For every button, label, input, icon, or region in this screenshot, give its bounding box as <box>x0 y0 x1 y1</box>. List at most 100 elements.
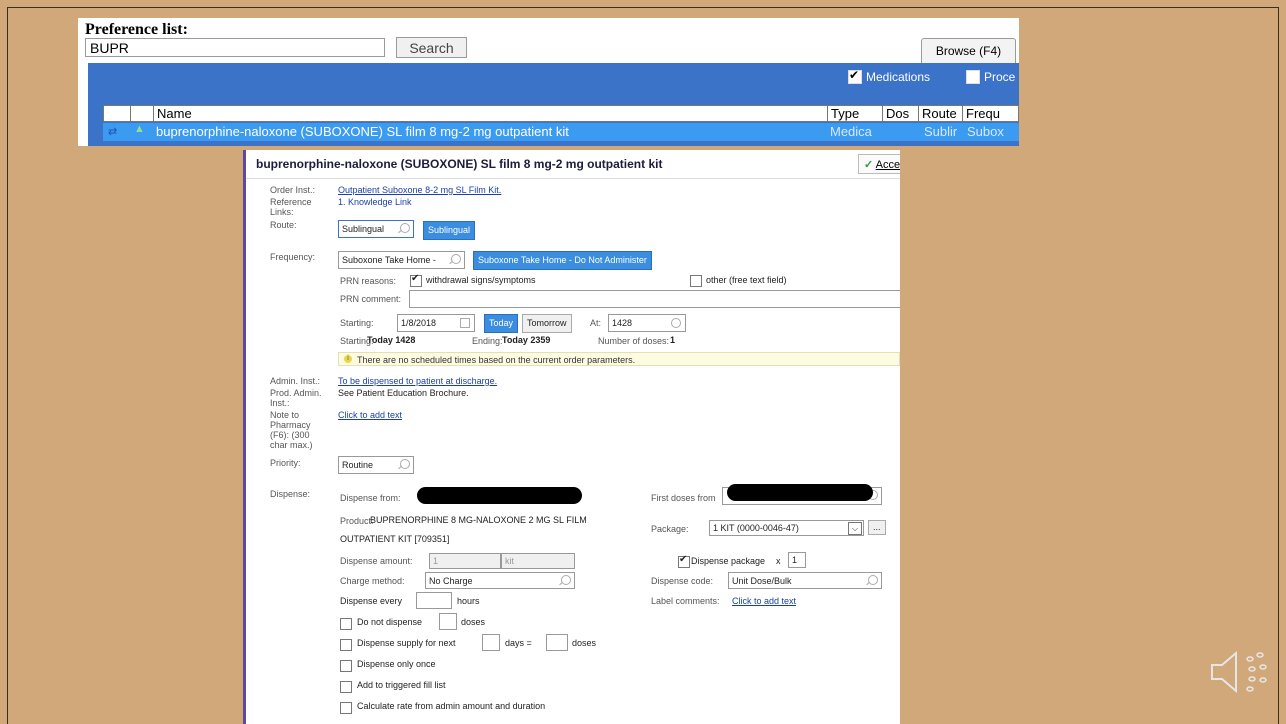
table-row[interactable]: ⇄ ▲ buprenorphine-naloxone (SUBOXONE) SL… <box>103 123 1019 141</box>
at-label: At: <box>590 318 602 328</box>
priority-field[interactable]: Routine <box>338 456 414 474</box>
dispense-once-checkbox[interactable] <box>340 660 352 672</box>
prod-admin-label: Prod. Admin. Inst.: <box>270 388 322 408</box>
link-icon: ⇄ <box>108 126 118 138</box>
dispense-supply-doses: doses <box>572 638 597 648</box>
calc-rate-checkbox[interactable] <box>340 702 352 714</box>
checkbox-icon[interactable] <box>966 70 980 84</box>
dispense-supply-days-input[interactable] <box>482 634 500 651</box>
preference-list-title: Preference list: <box>85 21 188 38</box>
notice-text: There are no scheduled times based on th… <box>357 355 636 365</box>
info-icon: i <box>344 355 352 363</box>
do-not-dispense-input[interactable] <box>439 613 457 630</box>
route-option-button[interactable]: Sublingual <box>423 221 476 240</box>
header-col-name[interactable]: Name <box>153 106 192 121</box>
do-not-dispense-checkbox[interactable] <box>340 618 352 630</box>
dispense-package-x: x <box>776 556 781 566</box>
search-icon[interactable] <box>400 459 410 469</box>
header-col-type[interactable]: Type <box>827 106 859 121</box>
search-icon[interactable] <box>868 575 878 585</box>
time-input[interactable]: 1428 <box>608 314 686 332</box>
prn-withdrawal-checkbox[interactable] <box>410 273 422 287</box>
today-button[interactable]: Today <box>484 314 519 333</box>
header-col-route[interactable]: Route <box>918 106 957 121</box>
label-comments-label: Label comments: <box>651 596 720 606</box>
prn-reasons-label: PRN reasons: <box>340 276 397 286</box>
label-comments-link[interactable]: Click to add text <box>732 596 796 606</box>
starting-summary-value: Today 1428 <box>367 335 416 345</box>
package-value: 1 KIT (0000-0046-47) <box>713 523 799 533</box>
filter-procedures[interactable]: Proce <box>966 70 1015 84</box>
package-label: Package: <box>651 524 689 534</box>
dispense-package-checkbox[interactable] <box>678 554 690 568</box>
priority-label: Priority: <box>270 458 301 468</box>
ending-label: Ending: <box>472 336 503 346</box>
filter-medications[interactable]: Medications <box>848 68 930 84</box>
route-field[interactable]: Sublingual <box>338 220 414 238</box>
dispense-once-label: Dispense only once <box>357 659 436 669</box>
search-input[interactable]: BUPR <box>85 38 385 57</box>
frequency-value: Suboxone Take Home - <box>342 255 436 265</box>
add-triggered-checkbox[interactable] <box>340 681 352 693</box>
order-title: buprenorphine-naloxone (SUBOXONE) SL fil… <box>256 157 663 171</box>
priority-value: Routine <box>342 460 374 470</box>
checkbox-icon[interactable] <box>848 68 862 84</box>
calc-rate-label: Calculate rate from admin amount and dur… <box>357 701 546 711</box>
starting-date-input[interactable]: 1/8/2018 <box>397 314 475 332</box>
starting-date-value: 1/8/2018 <box>401 318 437 328</box>
frequency-field[interactable]: Suboxone Take Home - <box>338 251 465 269</box>
dispense-amount-unit: kit <box>501 553 575 569</box>
tab-browse[interactable]: Browse (F4) <box>921 38 1016 63</box>
calendar-icon[interactable] <box>460 318 470 328</box>
route-label: Route: <box>270 220 297 230</box>
order-inst-link[interactable]: Outpatient Suboxone 8-2 mg SL Film Kit. <box>338 185 501 195</box>
dispense-amount-input[interactable]: 1 <box>429 553 501 569</box>
row-route: Sublir <box>924 124 958 139</box>
order-inst-label: Order Inst.: <box>270 185 316 195</box>
doses-label: Number of doses: <box>598 336 670 346</box>
header-col-frequency[interactable]: Frequ <box>962 106 1000 121</box>
dispense-supply-label: Dispense supply for next <box>357 638 456 648</box>
filter-procedures-label: Proce <box>984 70 1016 84</box>
prn-comment-input[interactable] <box>409 290 900 308</box>
dispense-supply-doses-input[interactable] <box>546 634 568 651</box>
header-col-dose[interactable]: Dos <box>882 106 909 121</box>
search-button[interactable]: Search <box>396 37 467 58</box>
preference-list-panel: Preference list: BUPR Search Browse (F4)… <box>78 18 1019 146</box>
note-link[interactable]: Click to add text <box>338 410 402 420</box>
doses-value: 1 <box>670 335 676 345</box>
ending-value: Today 2359 <box>502 335 551 345</box>
chevron-down-icon[interactable]: ⌵ <box>848 522 862 535</box>
do-not-dispense-label: Do not dispense <box>357 617 423 627</box>
product-label: Product: <box>340 516 374 526</box>
tomorrow-button[interactable]: Tomorrow <box>522 314 572 333</box>
dispense-supply-checkbox[interactable] <box>340 639 352 651</box>
package-select[interactable]: 1 KIT (0000-0046-47) ⌵ <box>709 520 864 536</box>
speaker-icon[interactable] <box>1208 647 1272 697</box>
charge-method-label: Charge method: <box>340 576 405 586</box>
dispense-code-field[interactable]: Unit Dose/Bulk <box>728 572 882 589</box>
prn-other-label: other (free text field) <box>706 275 787 285</box>
product-value-line1: BUPRENORPHINE 8 MG-NALOXONE 2 MG SL FILM <box>370 515 587 525</box>
redaction <box>417 487 582 504</box>
product-value-line2: OUTPATIENT KIT [709351] <box>340 534 450 544</box>
dispense-package-input[interactable]: 1 <box>788 552 806 568</box>
expand-up-icon[interactable]: ▲ <box>134 123 145 135</box>
search-icon[interactable] <box>400 223 410 233</box>
reference-link[interactable]: 1. Knowledge Link <box>338 197 412 207</box>
search-icon[interactable] <box>561 575 571 585</box>
charge-method-value: No Charge <box>429 576 473 586</box>
frequency-option-button[interactable]: Suboxone Take Home - Do Not Administer <box>473 251 652 270</box>
scheduled-times-notice: i There are no scheduled times based on t… <box>338 352 900 366</box>
prn-other-checkbox[interactable] <box>690 275 702 287</box>
clock-icon[interactable] <box>671 318 681 328</box>
charge-method-field[interactable]: No Charge <box>425 572 575 589</box>
package-more-button[interactable]: ... <box>868 520 886 535</box>
hours-label: hours <box>457 596 480 606</box>
days-eq-label: days = <box>505 638 532 648</box>
admin-inst-link[interactable]: To be dispensed to patient at discharge. <box>338 376 497 386</box>
search-icon[interactable] <box>451 254 461 264</box>
accept-button[interactable]: ✓ Acce <box>858 154 900 174</box>
dispense-every-input[interactable] <box>416 592 452 609</box>
do-not-dispense-doses: doses <box>461 617 486 627</box>
